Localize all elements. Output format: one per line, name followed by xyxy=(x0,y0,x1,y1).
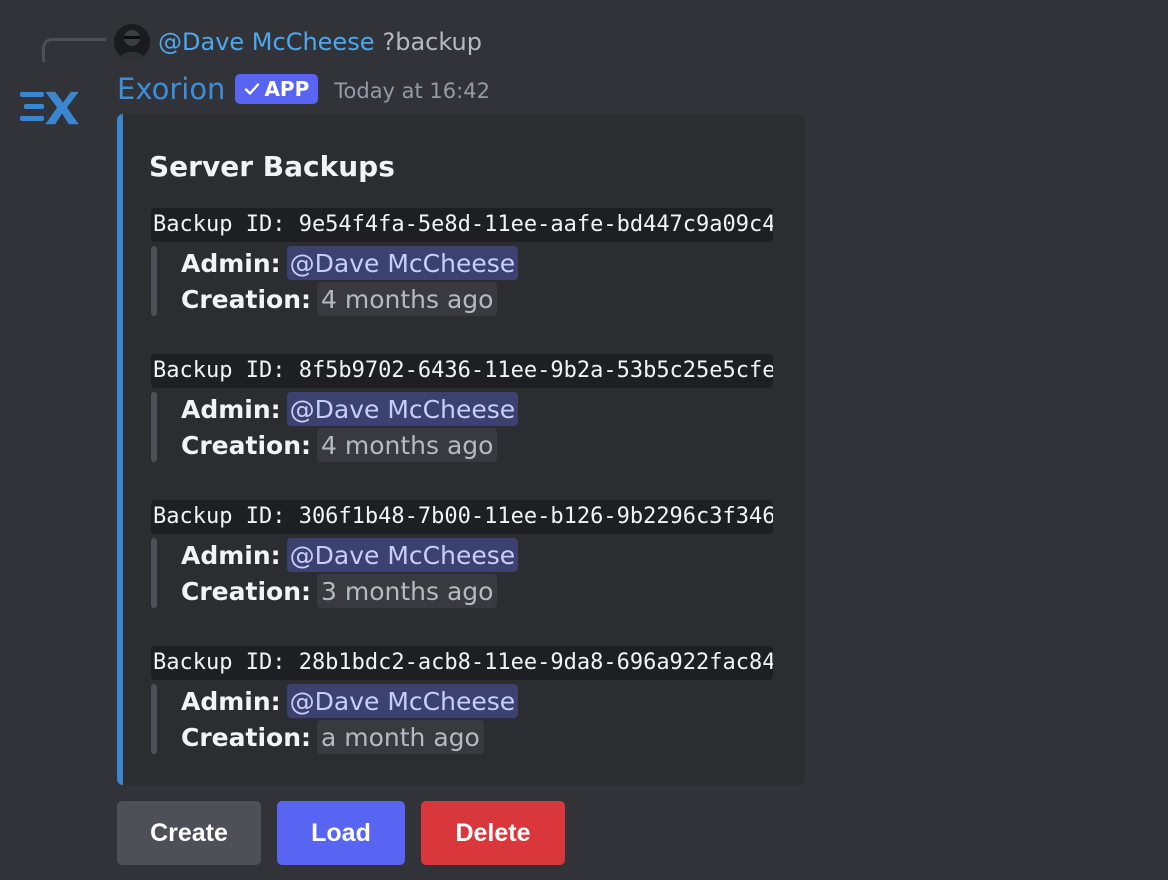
quote-bar xyxy=(151,684,157,754)
quote-bar xyxy=(151,538,157,608)
admin-label: Admin: xyxy=(181,540,281,570)
admin-mention[interactable]: @Dave McCheese xyxy=(286,538,519,572)
bot-avatar[interactable] xyxy=(16,84,82,134)
creation-time[interactable]: 4 months ago xyxy=(317,282,498,316)
admin-label: Admin: xyxy=(181,248,281,278)
embed-title: Server Backups xyxy=(149,150,395,183)
reply-preview[interactable]: @Dave McCheese ?backup xyxy=(158,26,482,58)
message-timestamp: Today at 16:42 xyxy=(334,79,490,103)
delete-button[interactable]: Delete xyxy=(421,801,565,865)
backups-embed: Server Backups Backup ID: 9e54f4fa-5e8d-… xyxy=(117,114,805,785)
creation-time[interactable]: a month ago xyxy=(317,720,484,754)
creation-field: Creation: 3 months ago xyxy=(181,574,498,608)
admin-mention[interactable]: @Dave McCheese xyxy=(286,392,519,426)
creation-field: Creation: a month ago xyxy=(181,720,484,754)
reply-user-avatar[interactable] xyxy=(114,24,150,60)
reply-mention[interactable]: @Dave McCheese xyxy=(158,28,374,56)
reply-connector xyxy=(42,38,106,62)
exorion-logo-icon xyxy=(20,91,79,125)
bot-username[interactable]: Exorion xyxy=(117,72,225,106)
discord-chat-view: @Dave McCheese ?backup Exorion APP Today… xyxy=(0,0,1168,880)
create-button[interactable]: Create xyxy=(117,801,261,865)
creation-label: Creation: xyxy=(181,576,311,606)
app-badge-label: APP xyxy=(264,77,310,101)
admin-label: Admin: xyxy=(181,686,281,716)
admin-label: Admin: xyxy=(181,394,281,424)
verified-check-icon xyxy=(245,83,260,95)
creation-label: Creation: xyxy=(181,284,311,314)
admin-field: Admin: @Dave McCheese xyxy=(181,538,519,572)
creation-time[interactable]: 3 months ago xyxy=(317,574,498,608)
backup-id: Backup ID: 9e54f4fa-5e8d-11ee-aafe-bd447… xyxy=(151,208,773,242)
backup-id: Backup ID: 8f5b9702-6436-11ee-9b2a-53b5c… xyxy=(151,354,773,388)
backup-id: Backup ID: 306f1b48-7b00-11ee-b126-9b229… xyxy=(151,500,773,534)
admin-mention[interactable]: @Dave McCheese xyxy=(286,246,519,280)
app-badge: APP xyxy=(235,74,319,104)
reply-command-text: ?backup xyxy=(382,28,482,56)
admin-mention[interactable]: @Dave McCheese xyxy=(286,684,519,718)
admin-field: Admin: @Dave McCheese xyxy=(181,246,519,280)
creation-field: Creation: 4 months ago xyxy=(181,428,498,462)
message-header: Exorion APP Today at 16:42 xyxy=(117,70,490,108)
creation-time[interactable]: 4 months ago xyxy=(317,428,498,462)
creation-label: Creation: xyxy=(181,722,311,752)
admin-field: Admin: @Dave McCheese xyxy=(181,392,519,426)
load-button[interactable]: Load xyxy=(277,801,405,865)
quote-bar xyxy=(151,392,157,462)
quote-bar xyxy=(151,246,157,316)
user-avatar-icon xyxy=(114,24,150,60)
creation-field: Creation: 4 months ago xyxy=(181,282,498,316)
admin-field: Admin: @Dave McCheese xyxy=(181,684,519,718)
backup-id: Backup ID: 28b1bdc2-acb8-11ee-9da8-696a9… xyxy=(151,646,773,680)
creation-label: Creation: xyxy=(181,430,311,460)
